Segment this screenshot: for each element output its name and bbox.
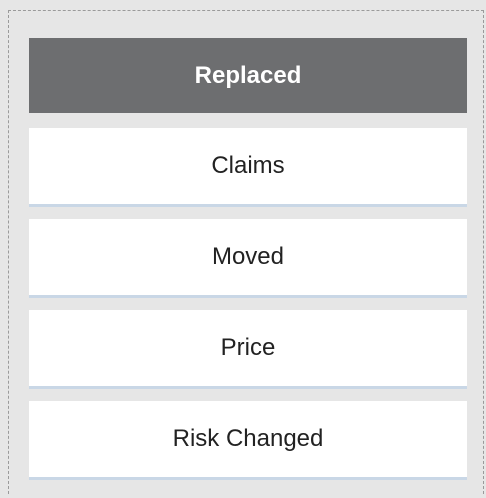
option-label: Replaced bbox=[194, 61, 302, 89]
option-label: Risk Changed bbox=[172, 425, 324, 452]
option-replaced-selected[interactable]: Replaced bbox=[29, 38, 467, 113]
option-label: Claims bbox=[211, 152, 285, 179]
option-price[interactable]: Price bbox=[29, 310, 467, 389]
option-claims[interactable]: Claims bbox=[29, 128, 467, 207]
option-risk-changed[interactable]: Risk Changed bbox=[29, 401, 467, 480]
option-label: Price bbox=[220, 334, 276, 361]
options-panel: Replaced Claims Moved Price Risk Changed bbox=[8, 10, 484, 494]
option-moved[interactable]: Moved bbox=[29, 219, 467, 298]
option-label: Moved bbox=[211, 243, 285, 270]
